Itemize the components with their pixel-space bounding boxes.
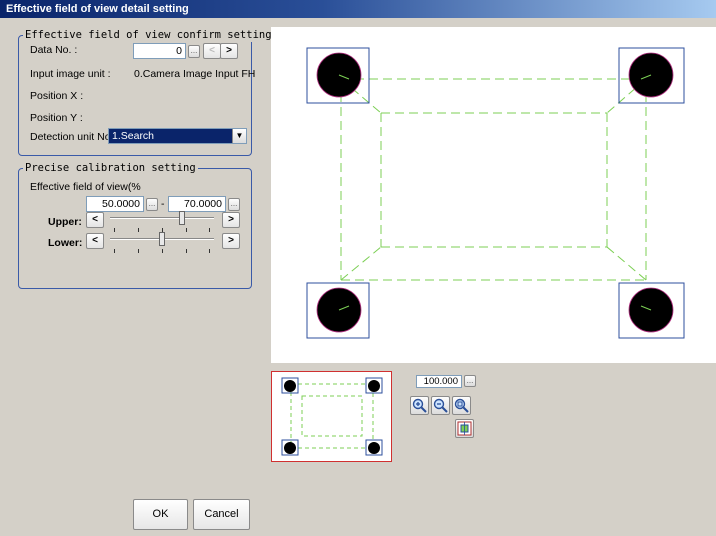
chevron-down-icon[interactable]: ▼ xyxy=(232,129,246,143)
range-lower-more-button[interactable]: ... xyxy=(146,198,158,211)
upper-slider-thumb[interactable] xyxy=(179,211,185,225)
fit-window-button[interactable] xyxy=(455,419,474,438)
ok-button[interactable]: OK xyxy=(133,499,188,530)
thumbnail-navigator[interactable] xyxy=(271,371,392,462)
window-title: Effective field of view detail setting xyxy=(0,0,716,18)
zoom-out-icon xyxy=(432,397,449,414)
slider-tick xyxy=(162,249,163,253)
image-canvas[interactable] xyxy=(271,27,716,363)
slider-tick xyxy=(114,249,115,253)
position-y-label: Position Y : xyxy=(30,112,83,124)
range-upper-more-button[interactable]: ... xyxy=(228,198,240,211)
calibration-setting-title: Precise calibration setting xyxy=(23,161,198,175)
slider-tick xyxy=(186,249,187,253)
field-of-view-label: Effective field of view(% xyxy=(30,181,141,193)
lower-slider-thumb[interactable] xyxy=(159,232,165,246)
data-no-label: Data No. : xyxy=(30,44,78,56)
data-no-prev-button[interactable]: < xyxy=(203,43,221,59)
upper-increase-button[interactable]: > xyxy=(222,212,240,228)
upper-slider-track xyxy=(110,217,214,219)
lower-decrease-button[interactable]: < xyxy=(86,233,104,249)
fit-window-icon xyxy=(456,420,473,437)
zoom-in-icon xyxy=(411,397,428,414)
data-no-more-button[interactable]: ... xyxy=(188,45,200,58)
zoom-level-field[interactable]: 100.000 xyxy=(416,375,462,388)
lower-increase-button[interactable]: > xyxy=(222,233,240,249)
zoom-out-button[interactable] xyxy=(431,396,450,415)
lower-slider[interactable] xyxy=(110,232,214,256)
upper-decrease-button[interactable]: < xyxy=(86,212,104,228)
zoom-more-button[interactable]: ... xyxy=(464,375,476,387)
confirm-setting-title: Effective field of view confirm setting xyxy=(23,28,274,42)
cancel-button[interactable]: Cancel xyxy=(193,499,250,530)
position-x-label: Position X : xyxy=(30,90,84,102)
zoom-fit-icon xyxy=(453,397,470,414)
detection-unit-select[interactable]: 1.Search ▼ xyxy=(108,128,247,144)
range-lower-field[interactable]: 50.0000 xyxy=(86,196,144,212)
data-no-next-button[interactable]: > xyxy=(220,43,238,59)
upper-label: Upper: xyxy=(48,216,82,228)
lower-label: Lower: xyxy=(48,237,83,249)
detection-unit-label: Detection unit No. xyxy=(30,131,114,143)
input-image-unit-value: 0.Camera Image Input FH xyxy=(134,68,256,80)
input-image-unit-label: Input image unit : xyxy=(30,68,111,80)
range-separator: - xyxy=(161,198,165,210)
slider-tick xyxy=(209,249,210,253)
detection-unit-value: 1.Search xyxy=(112,130,155,142)
zoom-fit-button[interactable] xyxy=(452,396,471,415)
zoom-in-button[interactable] xyxy=(410,396,429,415)
data-no-field[interactable]: 0 xyxy=(133,43,186,59)
range-upper-field[interactable]: 70.0000 xyxy=(168,196,226,212)
slider-tick xyxy=(138,249,139,253)
